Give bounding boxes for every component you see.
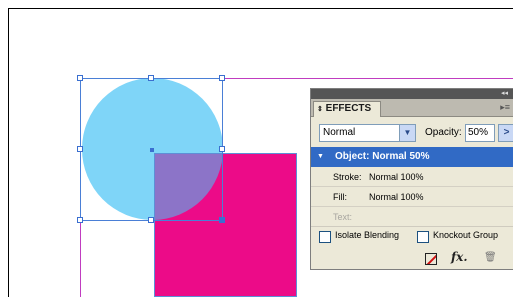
opacity-input[interactable]: 50% bbox=[465, 124, 495, 142]
resize-handle-bottom-right[interactable] bbox=[219, 217, 225, 223]
fill-row-value: Normal 100% bbox=[369, 192, 424, 202]
effects-row-text: Text: bbox=[311, 207, 513, 227]
blend-mode-value: Normal bbox=[323, 127, 356, 138]
tab-effects-arrows-icon: ⇕ bbox=[317, 106, 323, 113]
text-row-name: Text: bbox=[333, 212, 353, 222]
chevron-down-icon[interactable]: ▼ bbox=[399, 125, 415, 141]
resize-handle-bottom-center[interactable] bbox=[148, 217, 154, 223]
panel-footer: fx. 🗑 bbox=[311, 249, 513, 269]
panel-titlebar[interactable]: ◂◂ bbox=[311, 89, 513, 99]
page-edge-top bbox=[8, 8, 513, 9]
knockout-group-checkbox[interactable] bbox=[417, 231, 429, 243]
fx-icon[interactable]: fx. bbox=[451, 250, 468, 264]
disclosure-triangle-icon[interactable]: ▼ bbox=[317, 147, 324, 167]
resize-handle-top-right[interactable] bbox=[219, 75, 225, 81]
resize-handle-bottom-left[interactable] bbox=[77, 217, 83, 223]
document-canvas[interactable]: ◂◂ ⇕ EFFECTS ▸≡ Normal ▼ Opacity: 50% > … bbox=[0, 0, 513, 297]
opacity-slider-arrow-icon[interactable]: > bbox=[498, 124, 513, 142]
collapse-panel-icon[interactable]: ◂◂ bbox=[501, 89, 508, 99]
effects-panel: ◂◂ ⇕ EFFECTS ▸≡ Normal ▼ Opacity: 50% > … bbox=[310, 88, 513, 270]
trash-icon[interactable]: 🗑 bbox=[484, 252, 497, 263]
resize-handle-middle-left[interactable] bbox=[77, 146, 83, 152]
blend-mode-select[interactable]: Normal ▼ bbox=[319, 124, 416, 142]
panel-tabbar: ⇕ EFFECTS ▸≡ bbox=[311, 99, 513, 117]
fill-row-name: Fill: bbox=[333, 192, 347, 202]
effects-row-object[interactable]: ▼ Object: Normal 50% bbox=[311, 147, 513, 167]
resize-handle-top-left[interactable] bbox=[77, 75, 83, 81]
tab-effects-label: EFFECTS bbox=[325, 103, 372, 114]
object-row-label: Object: Normal 50% bbox=[335, 151, 430, 162]
resize-handle-middle-right[interactable] bbox=[219, 146, 225, 152]
stroke-row-value: Normal 100% bbox=[369, 172, 424, 182]
isolate-blending-checkbox[interactable] bbox=[319, 231, 331, 243]
tab-effects[interactable]: ⇕ EFFECTS bbox=[313, 101, 381, 117]
page-edge-left bbox=[8, 8, 9, 297]
resize-handle-top-center[interactable] bbox=[148, 75, 154, 81]
stroke-row-name: Stroke: bbox=[333, 172, 362, 182]
panel-menu-icon[interactable]: ▸≡ bbox=[500, 102, 510, 113]
opacity-label: Opacity: bbox=[425, 127, 462, 138]
clear-effects-icon[interactable] bbox=[425, 253, 437, 265]
knockout-group-label: Knockout Group bbox=[433, 230, 499, 240]
effects-row-stroke[interactable]: Stroke: Normal 100% bbox=[311, 167, 513, 187]
selection-center-point bbox=[150, 148, 154, 152]
effects-row-fill[interactable]: Fill: Normal 100% bbox=[311, 187, 513, 207]
isolate-blending-label: Isolate Blending bbox=[335, 230, 400, 240]
